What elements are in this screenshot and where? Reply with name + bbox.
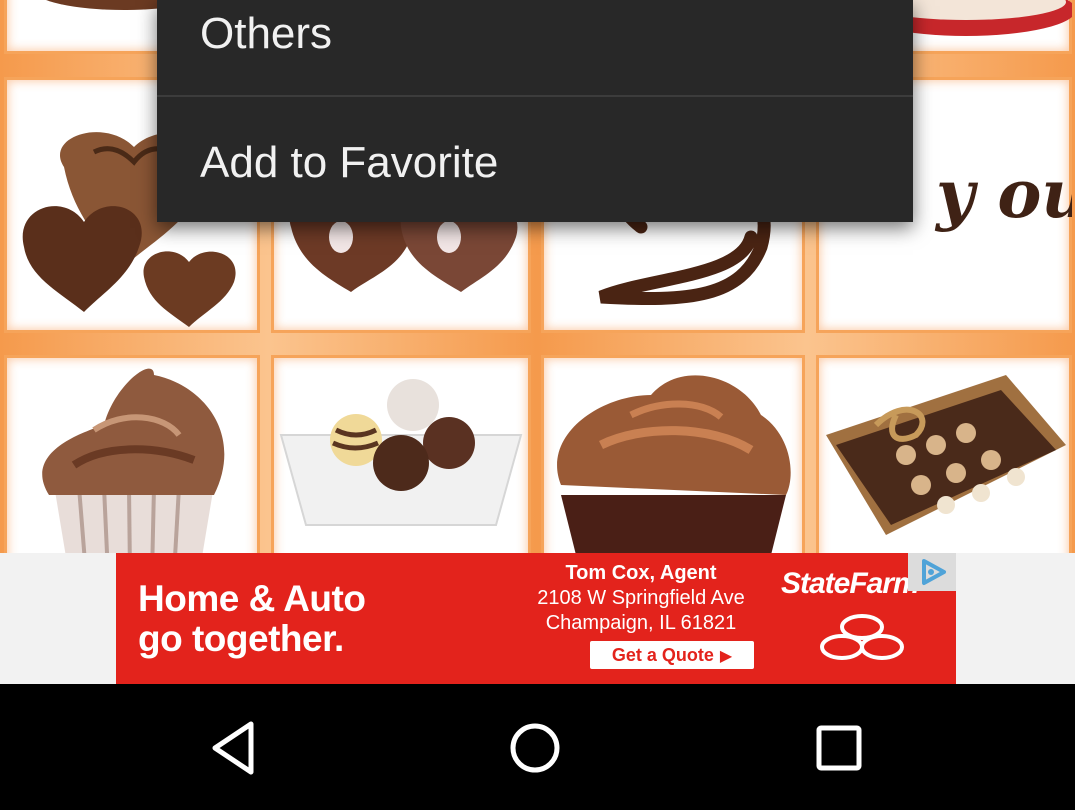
- menu-item-add-to-favorite[interactable]: Add to Favorite: [157, 141, 913, 185]
- ad-headline-line2: go together.: [138, 618, 344, 659]
- menu-item-others[interactable]: Others: [157, 12, 913, 56]
- menu-divider: [157, 95, 913, 97]
- ad-choices-button[interactable]: [908, 553, 956, 591]
- home-icon: [510, 723, 560, 773]
- sticker-cell[interactable]: [271, 355, 531, 553]
- recents-button[interactable]: [804, 716, 874, 780]
- play-triangle-icon: ▶: [719, 648, 733, 665]
- statefarm-logo-icon: [820, 614, 904, 660]
- sticker-cell[interactable]: [4, 355, 260, 553]
- ad-address-line1: 2108 W Springfield Ave: [537, 587, 745, 609]
- home-button[interactable]: [500, 716, 570, 780]
- get-quote-button[interactable]: Get a Quote ▶: [590, 641, 754, 669]
- ad-agent-name: Tom Cox, Agent: [565, 562, 717, 584]
- sticker-lettering: y ou: [934, 155, 1072, 233]
- recents-icon: [816, 725, 862, 771]
- back-icon: [212, 721, 254, 775]
- ad-address-line2: Champaign, IL 61821: [545, 612, 737, 634]
- back-button[interactable]: [198, 716, 268, 780]
- ad-headline-line1: Home & Auto: [138, 578, 366, 619]
- ad-agent-info: Tom Cox, Agent 2108 W Springfield Ave Ch…: [516, 561, 766, 636]
- ad-choices-icon: [922, 559, 946, 585]
- chocolate-box-icon: [826, 375, 1066, 535]
- chocolate-muffin-icon: [557, 375, 791, 553]
- sticker-cell[interactable]: [541, 355, 805, 553]
- ad-banner[interactable]: Home & Auto go together. Tom Cox, Agent …: [116, 553, 956, 684]
- system-navigation-bar: [0, 684, 1075, 810]
- truffles-plate-icon: [279, 379, 523, 526]
- ad-headline: Home & Auto go together.: [138, 578, 366, 659]
- ad-brand: StateFarm: [781, 567, 920, 600]
- cupcake-icon: [42, 368, 225, 553]
- sticker-cell[interactable]: [816, 355, 1072, 553]
- get-quote-label: Get a Quote: [611, 645, 714, 665]
- context-menu: Others Add to Favorite: [157, 0, 913, 222]
